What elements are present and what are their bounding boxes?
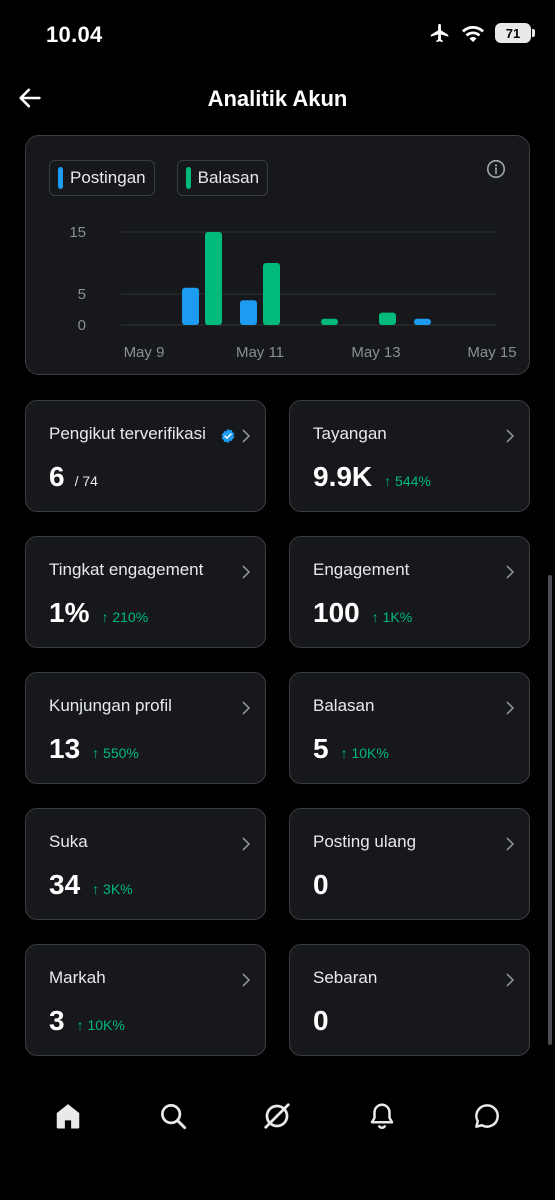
metric-value: 0 [313, 1005, 329, 1036]
battery-level: 71 [505, 25, 521, 41]
metric-value: 100 [313, 597, 360, 628]
chevron-right-icon [506, 837, 515, 851]
posts-bar [240, 300, 257, 325]
metric-value: 5 [313, 733, 329, 764]
metric-likes[interactable]: Suka 34 ↑ 3K% [25, 808, 266, 920]
metric-total: / 74 [74, 473, 98, 489]
bottom-nav [0, 1080, 555, 1152]
chevron-right-icon [242, 565, 251, 579]
metric-value: 3 [49, 1005, 65, 1036]
metric-label: Posting ulang [313, 832, 417, 851]
metric-value: 9.9K [313, 461, 373, 492]
metric-shares[interactable]: Sebaran 0 [289, 944, 530, 1056]
y-tick-label: 0 [78, 317, 86, 334]
battery-icon: 71 [495, 23, 535, 43]
status-icons: 71 [429, 22, 535, 44]
metric-change: ↑ 1K% [371, 609, 413, 625]
posts-bar [414, 318, 431, 325]
metric-replies[interactable]: Balasan 5 ↑ 10K% [289, 672, 530, 784]
chevron-right-icon [242, 701, 251, 715]
y-tick-label: 5 [78, 286, 86, 303]
home-icon [57, 1104, 80, 1129]
posts-swatch [58, 167, 63, 189]
grok-icon [264, 1103, 291, 1129]
metric-impressions[interactable]: Tayangan 9.9K ↑ 544% [289, 400, 530, 512]
scrollbar[interactable] [548, 575, 552, 1045]
chart-legend: Postingan Balasan [49, 160, 269, 196]
chevron-right-icon [242, 837, 251, 851]
metric-value: 6 [49, 461, 65, 492]
nav-messages[interactable] [459, 1088, 515, 1144]
metric-value: 34 [49, 869, 81, 900]
bell-icon [370, 1103, 394, 1129]
x-tick-label: May 9 [124, 344, 165, 361]
page-title: Analitik Akun [207, 86, 348, 111]
activity-chart-card: 15 5 0 May 9 May 11 May 13 May 15 Postingan Ba… [25, 135, 530, 375]
wifi-icon [462, 26, 484, 42]
metric-label: Kunjungan profil [49, 696, 172, 715]
metric-verified-followers[interactable]: Pengikut terverifikasi 6 / 74 [25, 400, 266, 512]
metric-label: Balasan [313, 696, 375, 715]
metric-profile-visits[interactable]: Kunjungan profil 13 ↑ 550% [25, 672, 266, 784]
replies-bar [379, 312, 396, 325]
header: Analitik Akun [0, 70, 555, 130]
legend-posts-label: Postingan [70, 168, 146, 187]
metric-bookmarks[interactable]: Markah 3 ↑ 10K% [25, 944, 266, 1056]
metric-label: Sebaran [313, 968, 378, 987]
nav-search[interactable] [145, 1088, 201, 1144]
status-bar: 10.04 71 [0, 0, 555, 70]
metric-value: 0 [313, 869, 329, 900]
x-tick-label: May 15 [467, 344, 516, 361]
replies-bar [263, 263, 280, 325]
chevron-right-icon [506, 701, 515, 715]
legend-posts[interactable]: Postingan [49, 160, 155, 196]
metric-label: Tayangan [313, 424, 387, 443]
metric-change: ↑ 3K% [92, 881, 133, 897]
metric-reposts[interactable]: Posting ulang 0 [289, 808, 530, 920]
status-time: 10.04 [46, 22, 103, 47]
metric-change: ↑ 210% [101, 609, 149, 625]
x-tick-label: May 11 [236, 344, 284, 361]
metric-label: Suka [49, 832, 88, 851]
legend-replies[interactable]: Balasan [176, 160, 269, 196]
metric-engagement-rate[interactable]: Tingkat engagement 1% ↑ 210% [25, 536, 266, 648]
metric-change: ↑ 10K% [340, 745, 389, 761]
replies-bar [205, 232, 222, 325]
x-tick-label: May 13 [351, 344, 400, 361]
chevron-right-icon [242, 429, 251, 443]
info-icon[interactable] [485, 158, 507, 180]
replies-swatch [185, 167, 191, 189]
metric-label: Pengikut terverifikasi [49, 424, 206, 443]
metric-engagements[interactable]: Engagement 100 ↑ 1K% [289, 536, 530, 648]
metric-change: ↑ 544% [384, 473, 431, 489]
nav-grok[interactable] [249, 1088, 305, 1144]
legend-replies-label: Balasan [197, 168, 260, 187]
metric-label: Tingkat engagement [49, 560, 204, 579]
chevron-right-icon [506, 565, 515, 579]
metric-label: Markah [49, 968, 106, 987]
posts-bar [182, 287, 199, 325]
verified-badge-icon [221, 429, 235, 443]
airplane-icon [430, 23, 449, 43]
metric-label: Engagement [313, 560, 410, 579]
nav-notifications[interactable] [354, 1088, 410, 1144]
search-icon [160, 1104, 187, 1130]
metric-value: 13 [49, 733, 81, 764]
metric-value: 1% [49, 597, 90, 628]
metric-change: ↑ 550% [92, 745, 139, 761]
y-tick-label: 15 [69, 224, 86, 241]
chevron-right-icon [506, 429, 515, 443]
chevron-right-icon [242, 973, 251, 987]
chevron-right-icon [506, 973, 515, 987]
replies-bar [321, 318, 338, 325]
metric-change: ↑ 10K% [76, 1017, 125, 1033]
message-icon [474, 1104, 499, 1128]
nav-home[interactable] [40, 1088, 96, 1144]
